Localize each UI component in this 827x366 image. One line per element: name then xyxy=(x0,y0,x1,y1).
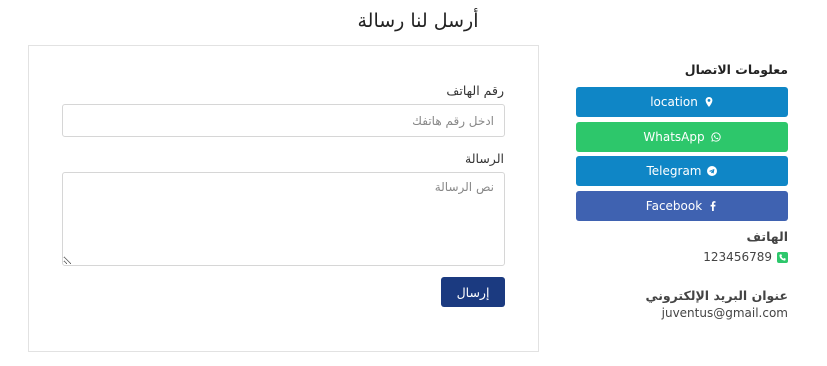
telegram-button[interactable]: Telegram xyxy=(576,156,788,186)
send-button[interactable]: إرسال xyxy=(441,277,505,307)
facebook-icon xyxy=(710,201,716,211)
facebook-label: Facebook xyxy=(645,199,703,213)
email-address: juventus@gmail.com xyxy=(661,306,788,320)
message-textarea[interactable] xyxy=(62,172,505,266)
message-label: الرسالة xyxy=(465,151,504,166)
phone-input[interactable] xyxy=(62,104,505,137)
contact-info: معلومات الاتصال location WhatsApp Telegr… xyxy=(576,0,788,366)
facebook-button[interactable]: Facebook xyxy=(576,191,788,221)
location-button[interactable]: location xyxy=(576,87,788,117)
contact-heading: معلومات الاتصال xyxy=(684,62,788,77)
phone-info-label: الهاتف xyxy=(746,229,788,244)
location-label: location xyxy=(650,95,698,109)
phone-icon xyxy=(777,251,788,263)
whatsapp-label: WhatsApp xyxy=(643,130,705,144)
telegram-icon xyxy=(707,166,718,176)
email-info: juventus@gmail.com xyxy=(662,306,788,320)
page-title: أرسل لنا رسالة xyxy=(357,10,479,32)
telegram-label: Telegram xyxy=(646,164,702,178)
phone-label: رقم الهاتف xyxy=(446,83,504,98)
map-pin-icon xyxy=(705,97,713,107)
phone-number: 123456789 xyxy=(703,250,772,264)
contact-form: رقم الهاتف الرسالة إرسال xyxy=(28,45,539,352)
whatsapp-icon xyxy=(710,132,721,142)
page: أرسل لنا رسالة رقم الهاتف الرسالة إرسال … xyxy=(0,0,827,366)
phone-info: 123456789 xyxy=(703,250,788,264)
whatsapp-button[interactable]: WhatsApp xyxy=(576,122,788,152)
email-info-label: عنوان البريد الإلكتروني xyxy=(645,288,788,303)
